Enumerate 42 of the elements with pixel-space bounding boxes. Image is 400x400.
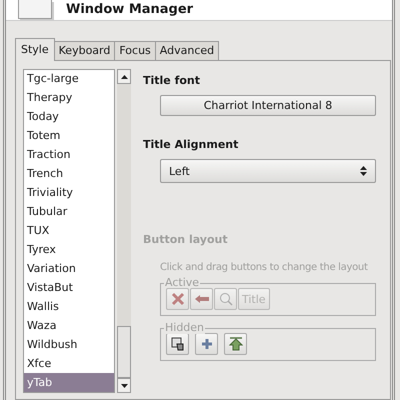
hint-text: Click and drag buttons to change the layout — [160, 262, 369, 273]
window-title: Window Manager — [66, 2, 194, 17]
theme-list-item[interactable]: Triviality — [24, 183, 114, 202]
section-label: Button layout — [143, 233, 229, 246]
group-label: Hidden — [164, 321, 206, 334]
theme-list-item[interactable]: Xfce — [24, 354, 114, 373]
section-label: Title Alignment — [143, 138, 240, 151]
group-label: Active — [164, 276, 200, 289]
tab[interactable]: Keyboard — [54, 41, 116, 61]
theme-list-item[interactable]: VistaBut — [24, 278, 114, 297]
scroll-up-button[interactable] — [117, 69, 131, 84]
tab[interactable]: Advanced — [154, 41, 220, 61]
theme-list-item[interactable]: Today — [24, 107, 114, 126]
theme-list-item[interactable]: Trench — [24, 164, 114, 183]
font-button[interactable]: Charriot International 8 — [160, 95, 376, 116]
theme-list-item[interactable]: Waza — [24, 316, 114, 335]
scroll-down-button[interactable] — [117, 378, 131, 393]
up-down-icon — [360, 166, 367, 176]
theme-list-item[interactable]: Wallis — [24, 297, 114, 316]
scrollbar-thumb[interactable] — [117, 326, 131, 378]
theme-list-item[interactable]: Tubular — [24, 202, 114, 221]
theme-list-item[interactable]: Wildbush — [24, 335, 114, 354]
section-label: Title font — [143, 74, 202, 87]
plus-icon — [200, 338, 212, 350]
layout-button[interactable] — [166, 333, 189, 355]
theme-list-item[interactable]: Tyrex — [24, 240, 114, 259]
theme-list-item[interactable]: TUX — [24, 221, 114, 240]
arrow-left-icon — [194, 295, 208, 303]
tab[interactable]: Style — [15, 38, 55, 61]
close-icon — [170, 292, 184, 306]
theme-list-item[interactable]: Totem — [24, 126, 114, 145]
up-triangle-icon — [120, 74, 128, 78]
magnifier-icon — [218, 292, 232, 306]
theme-list-item[interactable]: Traction — [24, 145, 114, 164]
theme-list-item[interactable]: Therapy — [24, 88, 114, 107]
up-arrow-icon — [228, 337, 242, 351]
theme-list-item[interactable]: Variation — [24, 259, 114, 278]
alignment-dropdown[interactable]: Left — [160, 159, 376, 183]
theme-list-item[interactable]: Tgc-large — [24, 70, 114, 88]
tab[interactable]: Focus — [114, 41, 156, 61]
down-triangle-icon — [120, 384, 128, 388]
theme-list-item[interactable]: yTab — [24, 373, 114, 392]
